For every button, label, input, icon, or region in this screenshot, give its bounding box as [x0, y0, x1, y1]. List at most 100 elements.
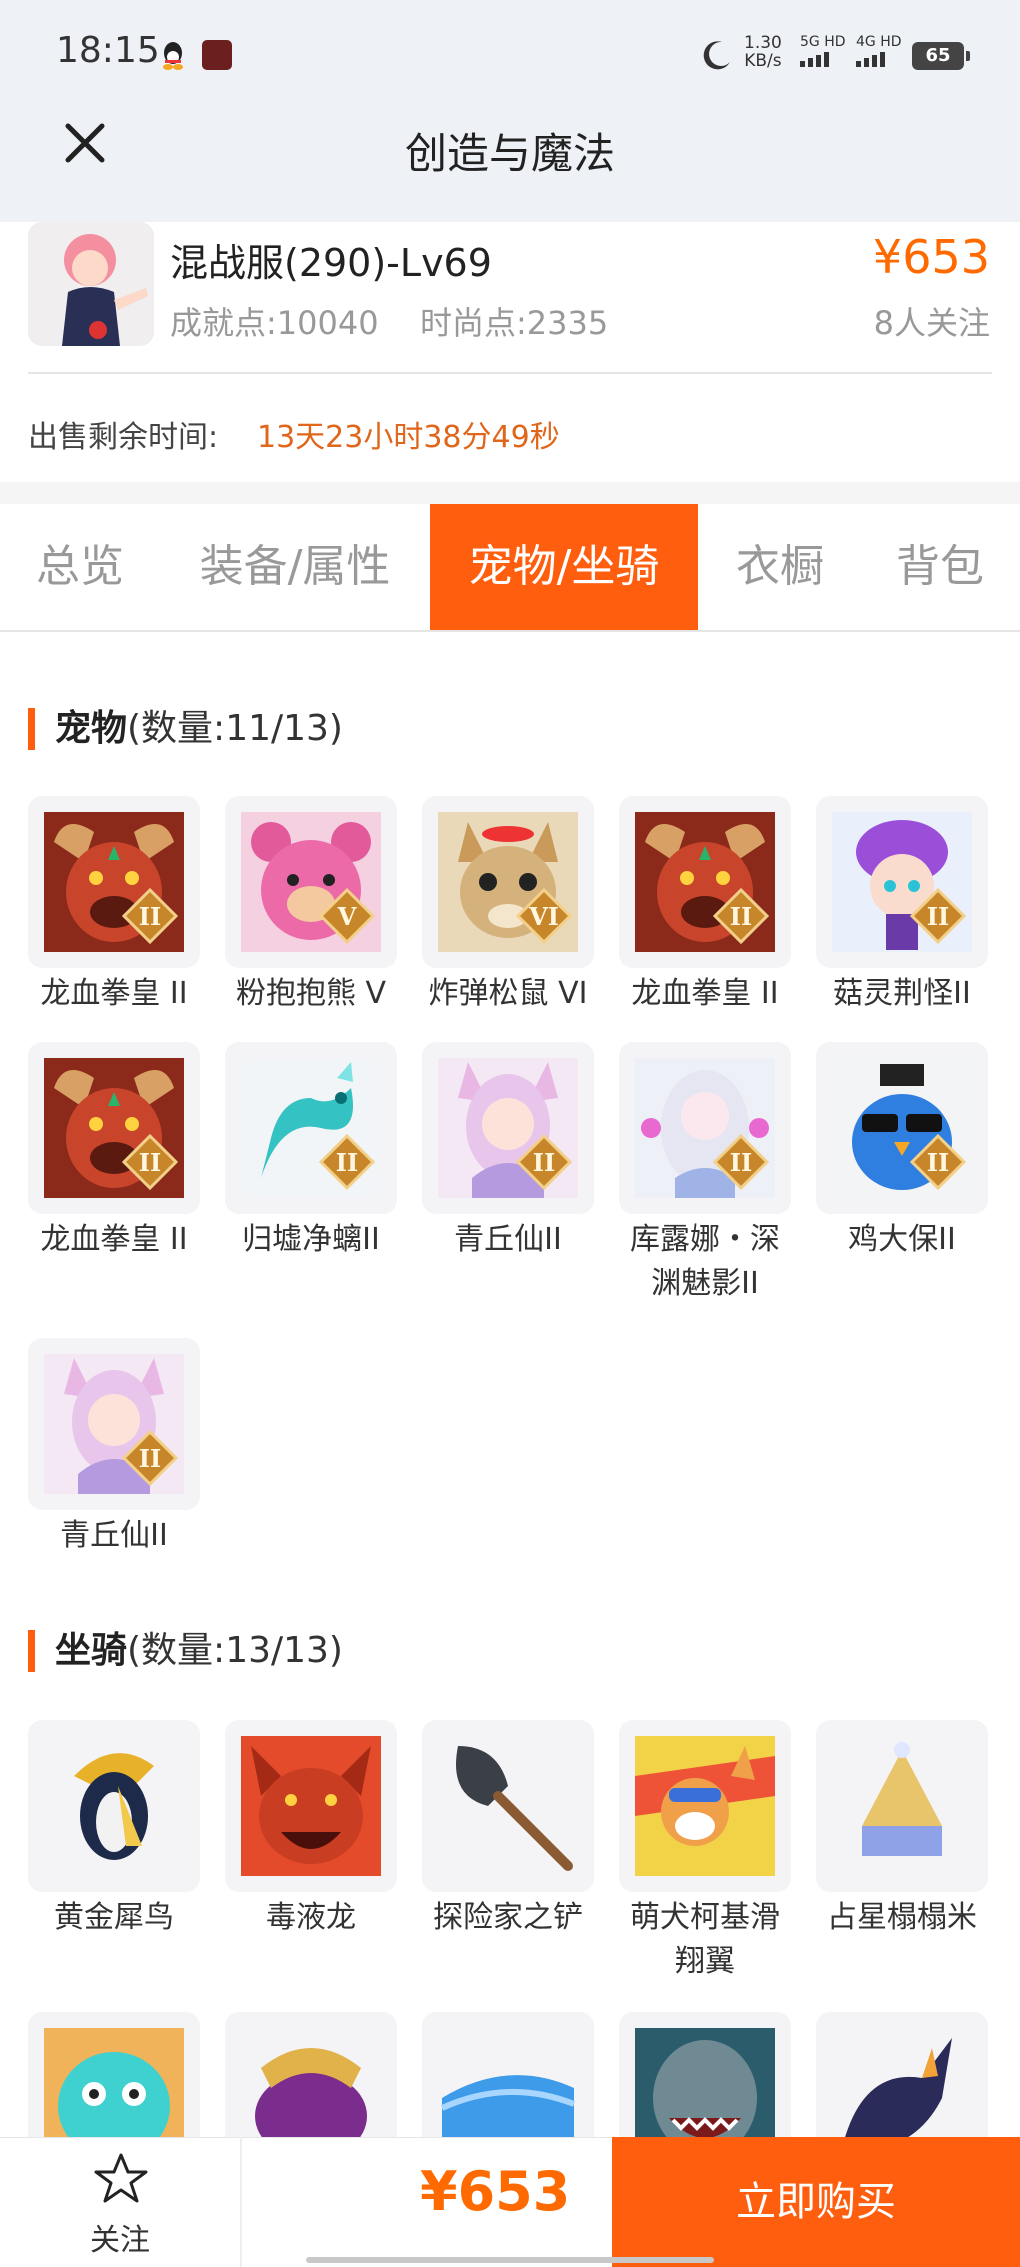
pets-title: 宠物 [55, 708, 128, 749]
grade-badge: II [139, 902, 161, 931]
follow-label: 关注 [90, 2223, 150, 2258]
dragon-boxer-icon: II [28, 1042, 200, 1214]
net1-label: 5G HD [800, 34, 846, 50]
tab-wardrobe[interactable]: 衣橱 [705, 504, 855, 630]
pet-card[interactable]: II 归墟净螭II [225, 1042, 397, 1262]
pet-name: 青丘仙II [454, 1222, 562, 1257]
pet-card[interactable]: II 青丘仙II [28, 1338, 200, 1558]
moon-icon [703, 41, 730, 70]
mount-name: 黄金犀鸟 [54, 1900, 174, 1935]
grade-badge: II [139, 1444, 161, 1473]
pet-name: 鸡大保II [848, 1222, 956, 1257]
grade-badge: II [139, 1148, 161, 1177]
mount-card[interactable]: 毒液龙 [225, 1720, 397, 1940]
tab-overview[interactable]: 总览 [0, 504, 160, 630]
mounts-title: 坐骑 [55, 1630, 128, 1671]
mount-name: 占星榻榻米 [827, 1900, 977, 1935]
qq-icon [163, 42, 183, 70]
pet-name: 龙血拳皇 II [631, 976, 779, 1011]
fashion-points: 时尚点:2335 [420, 304, 609, 342]
white-spirit-icon: II [619, 1042, 791, 1214]
star-icon [94, 2153, 148, 2203]
corgi-glider-icon [619, 1720, 791, 1892]
net2-label: 4G HD [856, 34, 902, 50]
pink-bear-icon: V [225, 796, 397, 968]
follow-button[interactable]: 关注 [0, 2137, 242, 2267]
status-time: 18:15 [56, 30, 160, 71]
pet-name: 青丘仙II [60, 1518, 168, 1553]
pet-card[interactable]: VI 炸弹松鼠 VI [422, 796, 594, 1016]
fox-fairy-icon: II [28, 1338, 200, 1510]
pet-card[interactable]: V 粉抱抱熊 V [225, 796, 397, 1016]
follower-count: 8人关注 [873, 304, 990, 342]
character-avatar [28, 222, 154, 346]
pet-card[interactable]: II 龙血拳皇 II [619, 796, 791, 1016]
mushroom-sprite-icon: II [816, 796, 988, 968]
game-app-icon [202, 40, 232, 70]
pet-name: 库露娜・深渊魅影II [630, 1222, 780, 1301]
grade-badge: II [927, 1148, 949, 1177]
network-4g: 4G HD [856, 34, 902, 67]
tab-equipment[interactable]: 装备/属性 [170, 504, 420, 630]
grade-badge: II [336, 1148, 358, 1177]
pet-name: 归墟净螭II [242, 1222, 380, 1257]
tab-pets-mounts[interactable]: 宠物/坐骑 [430, 504, 698, 630]
blue-chicken-icon: II [816, 1042, 988, 1214]
pets-count: (数量:11/13) [127, 708, 343, 749]
mounts-count: (数量:13/13) [127, 1630, 343, 1671]
pet-card[interactable]: II 龙血拳皇 II [28, 796, 200, 1016]
network-speed: 1.30 KB/s [744, 34, 782, 70]
bottom-price: ¥653 [420, 2160, 571, 2223]
mounts-section-title: 坐骑(数量:13/13) [28, 1630, 343, 1672]
mount-card[interactable]: 探险家之铲 [422, 1720, 594, 1940]
mount-name: 探险家之铲 [433, 1900, 583, 1935]
signal-bars-icon [856, 52, 902, 67]
remaining-time-label: 出售剩余时间: [28, 420, 219, 455]
mount-card[interactable]: 黄金犀鸟 [28, 1720, 200, 1940]
mount-card[interactable]: 占星榻榻米 [816, 1720, 988, 1940]
divider [28, 372, 992, 374]
cyan-dragon-icon: II [225, 1042, 397, 1214]
pet-name: 粉抱抱熊 V [235, 976, 387, 1011]
grade-badge: VI [528, 902, 559, 931]
pet-card[interactable]: II 菇灵荆怪II [816, 796, 988, 1016]
pet-name: 龙血拳皇 II [40, 976, 188, 1011]
pet-name: 龙血拳皇 II [40, 1222, 188, 1257]
battery-icon: 65 [912, 42, 970, 70]
grade-badge: II [927, 902, 949, 931]
network-5g: 5G HD [800, 34, 846, 67]
remaining-time-value: 13天23小时38分49秒 [257, 420, 560, 455]
bomb-squirrel-icon: VI [422, 796, 594, 968]
buy-now-button[interactable]: 立即购买 [612, 2137, 1020, 2267]
pet-card[interactable]: II 鸡大保II [816, 1042, 988, 1262]
home-indicator [306, 2257, 714, 2263]
pet-name: 炸弹松鼠 VI [428, 976, 588, 1011]
item-price: ¥653 [872, 230, 990, 284]
explorer-shovel-icon [422, 1720, 594, 1892]
speed-value: 1.30 [744, 33, 782, 53]
grade-badge: II [730, 1148, 752, 1177]
speed-unit: KB/s [744, 51, 782, 71]
fox-fairy-icon: II [422, 1042, 594, 1214]
mount-card[interactable]: 萌犬柯基滑翔翼 [619, 1720, 791, 1984]
item-name: 混战服(290)-Lv69 [170, 241, 492, 285]
pet-card[interactable]: II 青丘仙II [422, 1042, 594, 1262]
grade-badge: II [730, 902, 752, 931]
golden-hornbill-icon [28, 1720, 200, 1892]
mount-name: 毒液龙 [266, 1900, 356, 1935]
signal-bars-icon [800, 52, 846, 67]
grade-badge: V [337, 902, 357, 931]
page-title: 创造与魔法 [404, 129, 615, 178]
pet-card[interactable]: II 库露娜・深渊魅影II [619, 1042, 791, 1306]
section-gap [0, 482, 1020, 504]
astrology-tatami-icon [816, 1720, 988, 1892]
venom-dragon-icon [225, 1720, 397, 1892]
dragon-boxer-icon: II [619, 796, 791, 968]
tab-backpack[interactable]: 背包 [860, 504, 1020, 630]
pet-card[interactable]: II 龙血拳皇 II [28, 1042, 200, 1262]
mount-name: 萌犬柯基滑翔翼 [630, 1900, 780, 1979]
pets-section-title: 宠物(数量:11/13) [28, 708, 343, 750]
achievement-points: 成就点:10040 [170, 304, 379, 342]
grade-badge: II [533, 1148, 555, 1177]
dragon-boxer-icon: II [28, 796, 200, 968]
